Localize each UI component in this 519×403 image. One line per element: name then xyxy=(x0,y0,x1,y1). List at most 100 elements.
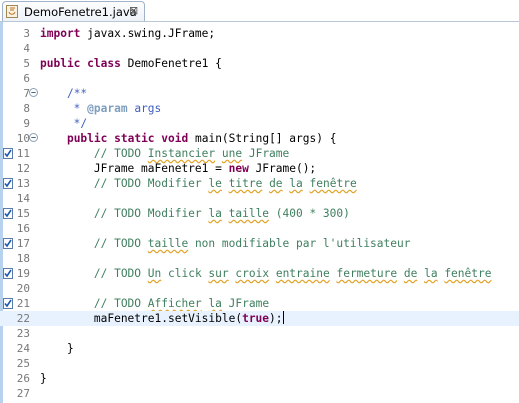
code-line-12[interactable]: 12 JFrame maFenetre1 = new JFrame(); xyxy=(0,161,519,176)
comment-token: la xyxy=(208,297,222,310)
code-token: main(String[] args) { xyxy=(188,132,337,145)
code-line-26[interactable]: 26} xyxy=(0,371,519,386)
code-line-20[interactable]: 20 xyxy=(0,281,519,296)
todo-task-icon[interactable] xyxy=(3,148,13,159)
code-text: // TODO Modifier la taille (400 * 300) xyxy=(40,206,350,221)
todo-task-icon[interactable] xyxy=(3,208,13,219)
editor-tab-bar: DemoFenetre1.java ⊠ xyxy=(0,0,519,22)
comment-token: args xyxy=(127,102,162,115)
code-line-14[interactable]: 14 xyxy=(0,191,519,206)
code-line-23[interactable]: 23 xyxy=(0,326,519,341)
code-line-21[interactable]: 21 // TODO Afficher la JFrame xyxy=(0,296,519,311)
code-text: /** xyxy=(40,86,87,101)
code-line-13[interactable]: 13 // TODO Modifier le titre de la fenêt… xyxy=(0,176,519,191)
comment-token: taille xyxy=(228,207,270,220)
todo-task-icon[interactable] xyxy=(3,238,13,249)
keyword-token: true xyxy=(242,312,270,325)
todo-task-icon[interactable] xyxy=(3,178,13,189)
code-line-22[interactable]: 22 maFenetre1.setVisible(true); xyxy=(0,311,519,326)
comment-token: une xyxy=(221,147,243,160)
comment-token: // TODO Modifier xyxy=(40,207,209,220)
comment-token: de xyxy=(403,267,418,280)
line-number: 22 xyxy=(16,312,30,325)
code-line-4[interactable]: 4 xyxy=(0,41,519,56)
comment-token: */ xyxy=(40,117,88,130)
comment-token: Afficher xyxy=(147,297,202,310)
comment-token: // TODO xyxy=(40,237,148,250)
comment-token xyxy=(222,177,229,190)
comment-token: fenêtre xyxy=(444,267,492,280)
comment-token: Un xyxy=(147,267,162,280)
line-number: 27 xyxy=(16,387,30,400)
code-line-3[interactable]: 3 import javax.swing.JFrame; xyxy=(0,26,519,41)
code-text: // TODO taille non modifiable par l'util… xyxy=(40,236,411,251)
tab-demofenetre1[interactable]: DemoFenetre1.java ⊠ xyxy=(2,1,145,21)
code-text: // TODO Un click sur croix entraine ferm… xyxy=(40,266,492,281)
comment-token: // TODO Modifier xyxy=(40,177,209,190)
comment-token xyxy=(397,267,404,280)
code-token: javax.swing.JFrame; xyxy=(80,27,216,40)
line-number: 24 xyxy=(16,342,30,355)
code-line-17[interactable]: 17 // TODO taille non modifiable par l'u… xyxy=(0,236,519,251)
code-line-15[interactable]: 15 // TODO Modifier la taille (400 * 300… xyxy=(0,206,519,221)
comment-token: // xyxy=(40,147,115,160)
todo-task-icon[interactable] xyxy=(3,268,13,279)
code-line-19[interactable]: 19 // TODO Un click sur croix entraine f… xyxy=(0,266,519,281)
code-line-5[interactable]: 5 public class DemoFenetre1 { xyxy=(0,56,519,71)
comment-token: /** xyxy=(66,87,88,100)
todo-task-icon[interactable] xyxy=(3,298,13,309)
comment-token: non modifiable par l'utilisateur xyxy=(188,237,411,250)
comment-token: entraine xyxy=(275,267,330,280)
code-line-27[interactable]: 27 xyxy=(0,386,519,401)
code-token: } xyxy=(40,372,47,385)
code-token: DemoFenetre1 { xyxy=(120,57,222,70)
code-line-8[interactable]: 8 * @param args xyxy=(0,101,519,116)
line-number: 3 xyxy=(23,27,30,40)
comment-token xyxy=(303,177,310,190)
comment-token: titre xyxy=(228,177,263,190)
line-number: 16 xyxy=(16,222,30,235)
code-editor[interactable]: 3 import javax.swing.JFrame; 4 5 public clas… xyxy=(0,22,519,403)
comment-token: TODO xyxy=(114,147,148,160)
comment-token: fermeture xyxy=(336,267,398,280)
line-number: 26 xyxy=(16,372,30,385)
keyword-token: class xyxy=(87,57,121,70)
comment-token: la xyxy=(289,177,303,190)
code-line-9[interactable]: 9 */ xyxy=(0,116,519,131)
comment-token: JFrame xyxy=(242,147,290,160)
line-number: 14 xyxy=(16,192,30,205)
line-number: 23 xyxy=(16,327,30,340)
code-text: */ xyxy=(40,116,87,131)
comment-token: croix xyxy=(235,267,270,280)
keyword-token: import xyxy=(40,27,81,40)
fold-collapse-icon[interactable] xyxy=(29,133,38,142)
comment-token: le xyxy=(208,177,222,190)
code-text: } xyxy=(40,341,74,356)
code-line-25[interactable]: 25 xyxy=(0,356,519,371)
comment-token xyxy=(269,267,276,280)
code-line-10[interactable]: 10 public static void main(String[] args… xyxy=(0,131,519,146)
code-text: // TODO Instancier une JFrame xyxy=(40,146,289,161)
comment-token: click xyxy=(161,267,209,280)
code-line-7[interactable]: 7 /** xyxy=(0,86,519,101)
line-number: 18 xyxy=(16,252,30,265)
code-line-16[interactable]: 16 xyxy=(0,221,519,236)
comment-token: la xyxy=(424,267,438,280)
text-caret xyxy=(282,311,284,324)
code-line-6[interactable]: 6 xyxy=(0,71,519,86)
code-line-24[interactable]: 24 } xyxy=(0,341,519,356)
comment-token: sur xyxy=(208,267,229,280)
code-token: ); xyxy=(269,312,283,325)
line-number: 9 xyxy=(23,117,30,130)
fold-collapse-icon[interactable] xyxy=(29,88,38,97)
code-token: JFrame maFenetre1 = xyxy=(40,162,229,175)
code-line-18[interactable]: 18 xyxy=(0,251,519,266)
close-tab-icon[interactable]: ⊠ xyxy=(129,4,138,17)
code-line-11[interactable]: 11 // TODO Instancier une JFrame xyxy=(0,146,519,161)
code-token: } xyxy=(40,342,74,355)
code-text: public static void main(String[] args) { xyxy=(40,131,336,146)
comment-token: // TODO xyxy=(40,297,148,310)
tab-filename: DemoFenetre1.java xyxy=(24,5,137,19)
line-number: 10 xyxy=(16,132,30,145)
